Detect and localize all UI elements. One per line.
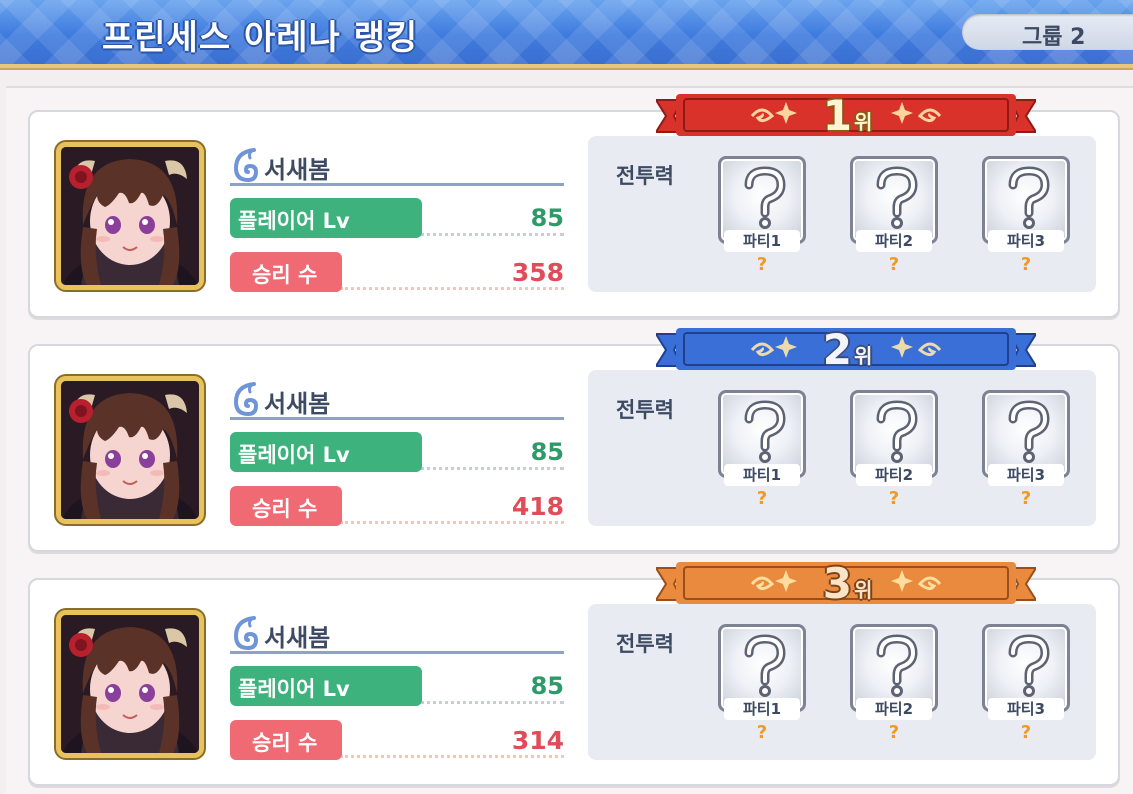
player-avatar[interactable] bbox=[56, 376, 204, 524]
name-flourish-icon bbox=[233, 148, 259, 183]
player-avatar[interactable] bbox=[56, 142, 204, 290]
player-portrait bbox=[61, 381, 199, 519]
wins-label: 승리 수 bbox=[230, 252, 342, 292]
party-name: 파티2 bbox=[856, 464, 932, 486]
level-label: 플레이어 Lv bbox=[230, 666, 422, 706]
wins-divider bbox=[340, 287, 564, 290]
rank-banner: 3 위 bbox=[656, 558, 1036, 610]
wins-label: 승리 수 bbox=[230, 720, 342, 760]
level-value: 85 bbox=[530, 672, 564, 700]
question-mark-icon bbox=[744, 400, 786, 463]
ranking-card-3[interactable]: 3 위 서새봄 플레이어 Lv 85 승리 수 314 전투력 파티1 ? 파티… bbox=[28, 559, 1120, 786]
level-divider bbox=[420, 701, 564, 704]
player-portrait bbox=[61, 147, 199, 285]
party-slot-2[interactable]: 파티2 ? bbox=[850, 156, 938, 275]
ranking-list: 1 위 서새봄 플레이어 Lv 85 승리 수 358 전투력 파티1 ? 파티… bbox=[6, 86, 1133, 794]
player-name-row: 서새봄 bbox=[230, 614, 564, 654]
party-slot-3[interactable]: 파티3 ? bbox=[982, 624, 1070, 743]
wins-value: 314 bbox=[511, 726, 564, 755]
level-value: 85 bbox=[530, 204, 564, 232]
party-name: 파티1 bbox=[724, 230, 800, 252]
question-mark-icon bbox=[744, 634, 786, 697]
party-name: 파티2 bbox=[856, 230, 932, 252]
player-name: 서새봄 bbox=[264, 390, 331, 418]
wins-divider bbox=[340, 521, 564, 524]
group-label: 그룹 2 bbox=[1022, 25, 1086, 50]
party-name: 파티2 bbox=[856, 698, 932, 720]
player-name-row: 서새봄 bbox=[230, 380, 564, 420]
wins-value: 358 bbox=[511, 258, 564, 287]
party-panel: 전투력 파티1 ? 파티2 ? 파티3 ? bbox=[588, 604, 1096, 760]
party-power: ? bbox=[756, 722, 768, 743]
header-bar: 프린세스 아레나 랭킹 그룹 2 bbox=[0, 0, 1133, 68]
party-name: 파티3 bbox=[988, 698, 1064, 720]
power-label: 전투력 bbox=[616, 164, 674, 188]
level-row: 플레이어 Lv 85 bbox=[230, 198, 564, 238]
name-flourish-icon bbox=[233, 382, 259, 417]
ranking-card-2[interactable]: 2 위 서새봄 플레이어 Lv 85 승리 수 418 전투력 파티1 ? 파티… bbox=[28, 325, 1120, 552]
party-name: 파티1 bbox=[724, 698, 800, 720]
level-value: 85 bbox=[530, 438, 564, 466]
name-flourish-icon bbox=[233, 616, 259, 651]
rank-suffix: 위 bbox=[854, 344, 873, 368]
party-name: 파티3 bbox=[988, 230, 1064, 252]
rank-number: 3 bbox=[822, 559, 852, 608]
level-divider bbox=[420, 233, 564, 236]
question-mark-icon bbox=[876, 634, 918, 697]
party-name: 파티1 bbox=[724, 464, 800, 486]
party-power: ? bbox=[888, 254, 900, 275]
power-label: 전투력 bbox=[616, 632, 674, 656]
ranking-card-1[interactable]: 1 위 서새봄 플레이어 Lv 85 승리 수 358 전투력 파티1 ? 파티… bbox=[28, 91, 1120, 318]
rank-banner: 2 위 bbox=[656, 324, 1036, 376]
party-panel: 전투력 파티1 ? 파티2 ? 파티3 ? bbox=[588, 136, 1096, 292]
party-slot-3[interactable]: 파티3 ? bbox=[982, 156, 1070, 275]
question-mark-icon bbox=[876, 166, 918, 229]
party-power: ? bbox=[1020, 254, 1032, 275]
party-power: ? bbox=[888, 488, 900, 509]
rank-suffix: 위 bbox=[854, 110, 873, 134]
player-avatar[interactable] bbox=[56, 610, 204, 758]
player-name: 서새봄 bbox=[264, 624, 331, 652]
party-slot-1[interactable]: 파티1 ? bbox=[718, 624, 806, 743]
power-label: 전투력 bbox=[616, 398, 674, 422]
party-power: ? bbox=[756, 488, 768, 509]
level-divider bbox=[420, 467, 564, 470]
rank-number: 1 bbox=[822, 91, 852, 140]
page-title: 프린세스 아레나 랭킹 bbox=[102, 18, 419, 58]
party-slot-1[interactable]: 파티1 ? bbox=[718, 390, 806, 509]
wins-label: 승리 수 bbox=[230, 486, 342, 526]
party-power: ? bbox=[1020, 722, 1032, 743]
party-slot-1[interactable]: 파티1 ? bbox=[718, 156, 806, 275]
party-power: ? bbox=[756, 254, 768, 275]
question-mark-icon bbox=[1008, 400, 1050, 463]
rank-suffix: 위 bbox=[854, 578, 873, 602]
wins-row: 승리 수 358 bbox=[230, 252, 564, 292]
party-slot-2[interactable]: 파티2 ? bbox=[850, 624, 938, 743]
rank-banner: 1 위 bbox=[656, 90, 1036, 142]
party-slot-3[interactable]: 파티3 ? bbox=[982, 390, 1070, 509]
player-name: 서새봄 bbox=[264, 156, 331, 184]
level-label: 플레이어 Lv bbox=[230, 432, 422, 472]
level-row: 플레이어 Lv 85 bbox=[230, 432, 564, 472]
group-badge[interactable]: 그룹 2 bbox=[962, 14, 1133, 50]
rank-number: 2 bbox=[822, 325, 852, 374]
question-mark-icon bbox=[1008, 634, 1050, 697]
party-panel: 전투력 파티1 ? 파티2 ? 파티3 ? bbox=[588, 370, 1096, 526]
party-power: ? bbox=[888, 722, 900, 743]
wins-row: 승리 수 314 bbox=[230, 720, 564, 760]
question-mark-icon bbox=[876, 400, 918, 463]
level-row: 플레이어 Lv 85 bbox=[230, 666, 564, 706]
party-name: 파티3 bbox=[988, 464, 1064, 486]
question-mark-icon bbox=[1008, 166, 1050, 229]
level-label: 플레이어 Lv bbox=[230, 198, 422, 238]
player-name-row: 서새봄 bbox=[230, 146, 564, 186]
question-mark-icon bbox=[744, 166, 786, 229]
party-power: ? bbox=[1020, 488, 1032, 509]
wins-divider bbox=[340, 755, 564, 758]
player-portrait bbox=[61, 615, 199, 753]
wins-value: 418 bbox=[511, 492, 564, 521]
party-slot-2[interactable]: 파티2 ? bbox=[850, 390, 938, 509]
wins-row: 승리 수 418 bbox=[230, 486, 564, 526]
